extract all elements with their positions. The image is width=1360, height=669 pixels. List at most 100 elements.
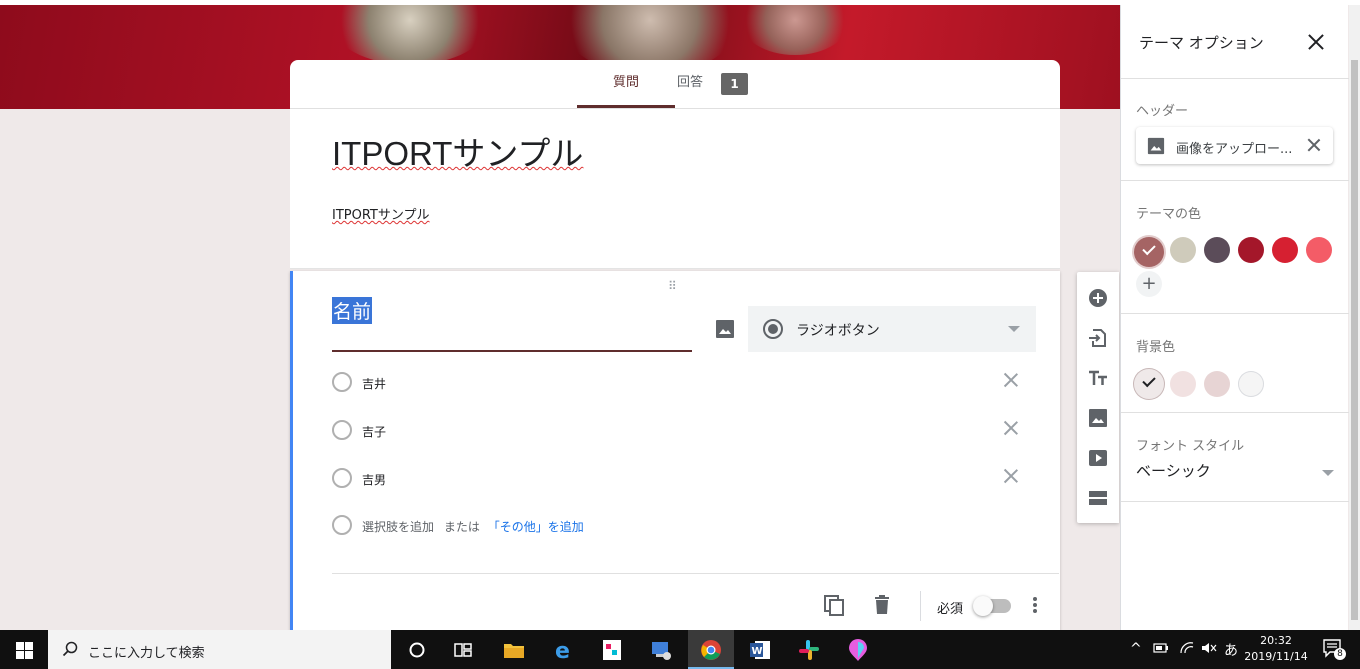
svg-text:W: W bbox=[752, 646, 763, 657]
radio-circle-icon bbox=[332, 420, 352, 440]
duplicate-icon[interactable] bbox=[823, 594, 845, 616]
theme-color-swatch[interactable] bbox=[1306, 237, 1332, 263]
theme-options-panel: テーマ オプション ヘッダー 画像をアップロー... テーマの色 + 背景色 フ… bbox=[1120, 5, 1349, 630]
form-container: 質問 回答 1 ITPORTサンプル ITPORTサンプル bbox=[290, 60, 1060, 269]
footer-divider bbox=[332, 573, 1059, 574]
add-question-icon[interactable] bbox=[1088, 288, 1108, 308]
search-icon bbox=[62, 641, 78, 657]
add-video-icon[interactable] bbox=[1088, 448, 1108, 468]
option-row: 吉井 bbox=[332, 371, 1032, 395]
question-type-select[interactable]: ラジオボタン bbox=[748, 306, 1036, 352]
start-button[interactable] bbox=[0, 630, 48, 669]
radio-circle-icon bbox=[332, 372, 352, 392]
remote-app-icon[interactable] bbox=[638, 630, 684, 669]
font-style-label: フォント スタイル bbox=[1136, 439, 1245, 454]
chrome-icon[interactable] bbox=[688, 630, 734, 669]
toggle-knob bbox=[973, 596, 993, 616]
font-style-select[interactable]: ベーシック bbox=[1136, 460, 1334, 488]
remove-option-icon[interactable] bbox=[1002, 419, 1020, 437]
remove-option-icon[interactable] bbox=[1002, 371, 1020, 389]
close-icon[interactable] bbox=[1307, 33, 1325, 51]
drag-handle-icon[interactable]: ⠿ bbox=[668, 279, 678, 293]
show-hidden-icons-icon[interactable]: ^ bbox=[1130, 641, 1142, 657]
delete-icon[interactable] bbox=[871, 594, 893, 616]
add-title-icon[interactable] bbox=[1088, 368, 1108, 388]
theme-color-swatch[interactable] bbox=[1134, 237, 1164, 267]
theme-color-swatch[interactable] bbox=[1170, 237, 1196, 263]
required-label: 必須 bbox=[937, 602, 964, 617]
add-option-row: 選択肢を追加 または 「その他」を追加 bbox=[332, 514, 1032, 538]
theme-color-swatch[interactable] bbox=[1238, 237, 1264, 263]
question-title: 名前 bbox=[332, 297, 373, 324]
upload-image-button[interactable]: 画像をアップロー... bbox=[1136, 127, 1333, 164]
form-description[interactable]: ITPORTサンプル bbox=[332, 204, 430, 223]
add-image-icon[interactable] bbox=[1088, 408, 1108, 428]
answers-count-badge: 1 bbox=[721, 73, 748, 95]
notification-center-icon[interactable]: 8 bbox=[1322, 638, 1346, 660]
panel-scrollbar[interactable] bbox=[1349, 5, 1360, 630]
cortana-icon[interactable] bbox=[394, 630, 440, 669]
add-color-button[interactable]: + bbox=[1136, 271, 1162, 297]
divider bbox=[1121, 78, 1349, 79]
background-color-swatch[interactable] bbox=[1204, 371, 1230, 397]
paint-app-icon[interactable] bbox=[589, 630, 635, 669]
more-options-icon[interactable] bbox=[1032, 595, 1038, 615]
battery-icon[interactable] bbox=[1153, 641, 1169, 658]
required-toggle[interactable] bbox=[973, 596, 1011, 616]
file-explorer-icon[interactable] bbox=[491, 630, 537, 669]
ime-indicator[interactable]: あ bbox=[1224, 640, 1238, 660]
theme-color-swatch[interactable] bbox=[1272, 237, 1298, 263]
check-icon bbox=[1142, 373, 1156, 388]
question-toolbar bbox=[1077, 272, 1119, 523]
tab-questions[interactable]: 質問 bbox=[577, 60, 675, 108]
option-row: 吉子 bbox=[332, 419, 1032, 443]
check-icon bbox=[1142, 241, 1156, 256]
option-label[interactable]: 吉子 bbox=[362, 423, 386, 440]
internet-explorer-icon[interactable]: e bbox=[541, 630, 587, 669]
word-icon[interactable]: W bbox=[737, 630, 783, 669]
panel-title: テーマ オプション bbox=[1139, 34, 1264, 52]
theme-color-label: テーマの色 bbox=[1136, 207, 1202, 222]
taskbar-search[interactable]: ここに入力して検索 bbox=[48, 630, 391, 669]
background-color-swatch[interactable] bbox=[1170, 371, 1196, 397]
task-view-icon[interactable] bbox=[440, 630, 486, 669]
remove-header-icon[interactable] bbox=[1306, 137, 1322, 153]
add-image-icon[interactable] bbox=[715, 319, 735, 339]
radio-circle-icon bbox=[332, 515, 352, 535]
add-option-group: 選択肢を追加 または 「その他」を追加 bbox=[362, 518, 584, 535]
slack-icon[interactable] bbox=[786, 630, 832, 669]
add-section-icon[interactable] bbox=[1088, 488, 1108, 508]
option-label[interactable]: 吉男 bbox=[362, 471, 386, 488]
divider bbox=[1121, 313, 1349, 314]
divider bbox=[1121, 501, 1349, 502]
add-other-link[interactable]: 「その他」を追加 bbox=[488, 520, 584, 534]
theme-color-swatch[interactable] bbox=[1204, 237, 1230, 263]
paint3d-icon[interactable] bbox=[835, 630, 881, 669]
form-tabs: 質問 回答 1 bbox=[290, 60, 1060, 109]
clock-time: 20:32 bbox=[1260, 634, 1292, 647]
tab-answers[interactable]: 回答 bbox=[665, 60, 715, 108]
upload-image-label: 画像をアップロー... bbox=[1176, 142, 1293, 157]
radio-button-icon bbox=[763, 319, 783, 339]
notification-count: 8 bbox=[1334, 648, 1346, 660]
option-label[interactable]: 吉井 bbox=[362, 375, 386, 392]
wifi-icon[interactable] bbox=[1179, 641, 1195, 658]
add-option-link[interactable]: 選択肢を追加 bbox=[362, 520, 434, 534]
import-questions-icon[interactable] bbox=[1088, 328, 1108, 348]
header-label: ヘッダー bbox=[1136, 104, 1189, 119]
taskbar-clock[interactable]: 20:32 2019/11/14 bbox=[1243, 633, 1309, 665]
clock-date: 2019/11/14 bbox=[1244, 650, 1308, 663]
question-card: ⠿ 名前 ラジオボタン 吉井 吉子 吉男 選択肢を追加 または 「その他」を追加 bbox=[290, 271, 1060, 631]
image-icon bbox=[1147, 137, 1165, 155]
background-color-label: 背景色 bbox=[1136, 340, 1176, 355]
remove-option-icon[interactable] bbox=[1002, 467, 1020, 485]
dropdown-caret-icon bbox=[1322, 470, 1334, 476]
background-color-swatch[interactable] bbox=[1238, 371, 1264, 397]
scrollbar-thumb[interactable] bbox=[1351, 60, 1358, 620]
question-title-field[interactable]: 名前 bbox=[332, 293, 692, 352]
form-title[interactable]: ITPORTサンプル bbox=[332, 127, 583, 175]
background-color-swatch[interactable] bbox=[1134, 369, 1164, 399]
dropdown-caret-icon bbox=[1008, 326, 1020, 332]
volume-muted-icon[interactable] bbox=[1201, 641, 1217, 658]
divider bbox=[1121, 412, 1349, 413]
